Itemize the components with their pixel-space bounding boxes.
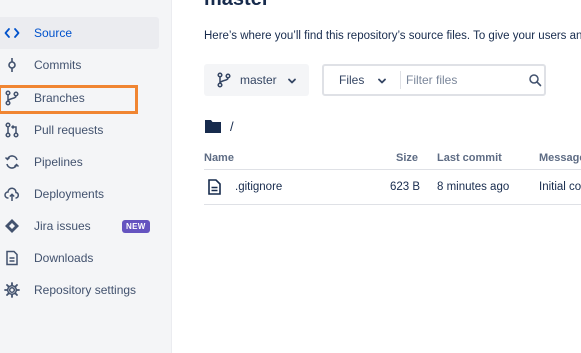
file-commit-message[interactable]: Initial co xyxy=(539,181,581,193)
sidebar-item-label: Downloads xyxy=(34,251,94,265)
file-last-commit: 8 minutes ago xyxy=(437,181,510,193)
commit-icon xyxy=(4,57,20,73)
folder-icon xyxy=(204,118,222,134)
sidebar-item-label: Repository settings xyxy=(34,283,137,297)
highlight-box xyxy=(0,85,138,114)
sidebar-item-pipelines[interactable]: Pipelines xyxy=(0,146,159,178)
pull-request-icon xyxy=(4,122,20,138)
page-description: Here’s where you’ll find this repository… xyxy=(204,30,581,42)
sidebar-item-label: Source xyxy=(34,26,73,40)
sidebar-item-label: Pipelines xyxy=(34,155,83,169)
chevron-down-icon xyxy=(376,74,388,86)
sidebar-item-pull-requests[interactable]: Pull requests xyxy=(0,114,159,146)
jira-icon xyxy=(4,218,20,234)
pipelines-icon xyxy=(4,154,20,170)
file-filter: Files xyxy=(322,64,546,96)
column-header-message[interactable]: Message xyxy=(539,152,581,164)
column-header-name[interactable]: Name xyxy=(204,152,234,164)
chevron-down-icon xyxy=(286,74,298,86)
search-icon[interactable] xyxy=(528,73,542,87)
deployments-icon xyxy=(4,186,20,202)
main-content: master Here’s where you’ll find this rep… xyxy=(173,0,581,353)
column-header-last-commit[interactable]: Last commit xyxy=(437,152,502,164)
sidebar-item-label: Commits xyxy=(34,58,82,72)
table-header: Name Size Last commit Message xyxy=(204,148,581,170)
file-name-link[interactable]: .gitignore xyxy=(235,181,282,193)
code-icon xyxy=(4,25,20,41)
page-title: master xyxy=(204,0,270,11)
sidebar-item-jira-issues[interactable]: Jira issues NEW xyxy=(0,210,159,242)
table-row[interactable]: .gitignore 623 B 8 minutes ago Initial c… xyxy=(204,171,581,205)
sidebar-item-downloads[interactable]: Downloads xyxy=(0,242,159,274)
gear-icon xyxy=(4,282,20,298)
branch-icon xyxy=(216,72,232,88)
sidebar-item-source[interactable]: Source xyxy=(0,17,159,49)
filter-divider xyxy=(400,71,401,89)
downloads-icon xyxy=(4,250,20,266)
new-badge: NEW xyxy=(122,220,150,233)
sidebar-item-deployments[interactable]: Deployments xyxy=(0,178,159,210)
sidebar-item-repository-settings[interactable]: Repository settings xyxy=(0,274,159,306)
breadcrumb-path[interactable]: / xyxy=(230,118,234,135)
files-type-label: Files xyxy=(339,73,365,87)
sidebar-item-commits[interactable]: Commits xyxy=(0,49,159,81)
sidebar-item-label: Pull requests xyxy=(34,123,104,137)
filter-files-input[interactable] xyxy=(406,69,522,91)
column-header-size[interactable]: Size xyxy=(396,152,418,164)
files-type-dropdown[interactable]: Files xyxy=(324,66,400,94)
sidebar-item-label: Jira issues xyxy=(34,219,91,233)
branch-selector-button[interactable]: master xyxy=(204,64,309,96)
file-icon xyxy=(208,179,221,195)
sidebar-item-label: Deployments xyxy=(34,187,105,201)
sidebar: Source Commits Branches Pull requests Pi… xyxy=(0,0,172,353)
file-size: 623 B xyxy=(390,181,421,193)
branch-selector-label: master xyxy=(240,73,277,87)
